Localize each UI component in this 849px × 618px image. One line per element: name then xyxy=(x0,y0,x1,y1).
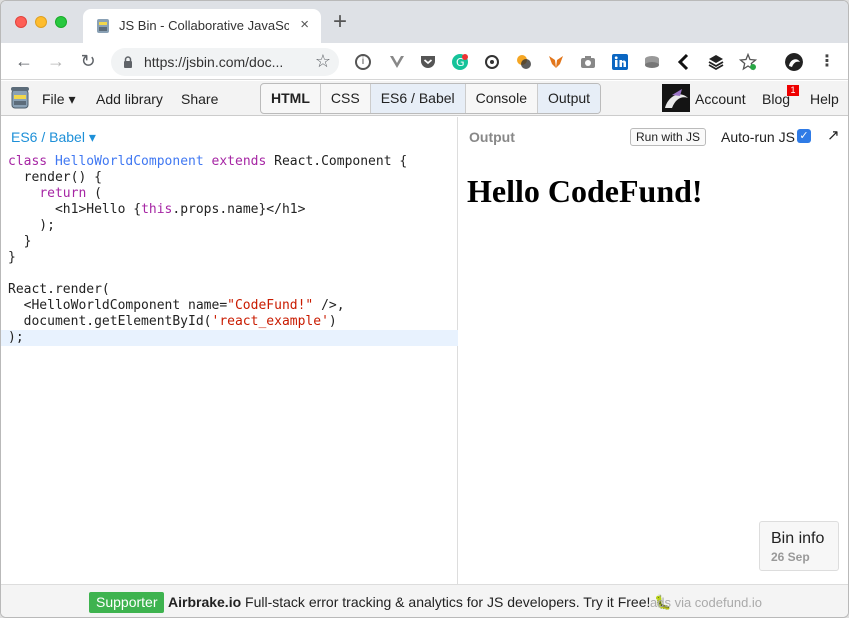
back-button[interactable]: ← xyxy=(13,50,35,72)
pocket-icon[interactable] xyxy=(419,53,437,71)
code-token: <HelloWorldComponent name= xyxy=(8,298,228,313)
vue-devtools-icon[interactable] xyxy=(388,53,406,71)
file-menu[interactable]: File ▾ xyxy=(42,91,75,108)
bin-info-title: Bin info xyxy=(771,530,825,547)
chevron-left-icon[interactable] xyxy=(675,53,693,71)
info-extension-icon[interactable]: i xyxy=(355,54,371,70)
url-text[interactable]: https://jsbin.com/doc... xyxy=(144,54,283,70)
code-line: <h1>Hello {this.props.name}</h1> xyxy=(1,202,458,218)
tab-strip: JS Bin - Collaborative JavaScri × + xyxy=(1,1,848,43)
colorzilla-icon[interactable] xyxy=(515,53,533,71)
panel-toggle-group: HTML CSS ES6 / Babel Console Output xyxy=(260,83,602,114)
address-bar[interactable]: https://jsbin.com/doc... ☆ xyxy=(111,48,339,76)
code-token: "CodeFund!" xyxy=(227,298,314,313)
code-token: .props.name}</h1> xyxy=(172,202,306,217)
jsbin-logo-icon[interactable] xyxy=(10,86,30,110)
minimize-window-button[interactable] xyxy=(35,16,47,28)
code-line: return ( xyxy=(1,186,458,202)
ads-via-link[interactable]: ads via codefund.io xyxy=(650,595,762,610)
code-token: document.getElementById( xyxy=(8,314,212,329)
account-menu[interactable]: Account xyxy=(695,91,746,107)
bin-info-button[interactable]: Bin info 26 Sep xyxy=(759,521,839,571)
code-line: ); xyxy=(8,218,55,233)
autorun-checkbox[interactable]: ✓ xyxy=(797,129,811,143)
code-token: extends xyxy=(211,154,267,169)
tab-close-icon[interactable]: × xyxy=(300,16,309,33)
code-token: ( xyxy=(86,186,102,201)
codepen-like-icon[interactable] xyxy=(483,53,501,71)
code-editor[interactable]: class HelloWorldComponent extends React.… xyxy=(1,154,458,346)
maximize-window-button[interactable] xyxy=(55,16,67,28)
run-with-js-button[interactable]: Run with JS xyxy=(630,128,706,146)
code-line: document.getElementById('react_example') xyxy=(1,314,458,330)
help-link[interactable]: Help xyxy=(810,91,839,107)
code-token: return xyxy=(39,186,87,201)
layers-icon[interactable] xyxy=(707,53,725,71)
code-token: this xyxy=(141,202,173,217)
jsbin-favicon-icon xyxy=(97,19,109,33)
code-line: } xyxy=(8,234,32,249)
panel-js-toggle[interactable]: ES6 / Babel xyxy=(369,84,465,113)
code-line-active: ); xyxy=(1,330,458,346)
linkedin-icon[interactable] xyxy=(611,53,629,71)
code-token: ) xyxy=(328,314,337,329)
browser-toolbar: ← → ↻ https://jsbin.com/doc... ☆ i G ⋮ xyxy=(1,43,848,80)
profile-avatar-icon[interactable] xyxy=(785,53,803,71)
popout-arrow-icon[interactable]: ↗ xyxy=(827,126,840,144)
close-window-button[interactable] xyxy=(15,16,27,28)
code-token: />, xyxy=(313,298,345,313)
code-token: class xyxy=(8,154,48,169)
code-line: } xyxy=(8,250,16,265)
sponsor-message: Full-stack error tracking & analytics fo… xyxy=(241,594,672,610)
autorun-label: Auto-run JS xyxy=(721,129,795,145)
panel-css-toggle[interactable]: CSS xyxy=(319,84,370,113)
bin-info-date: 26 Sep xyxy=(771,550,810,564)
code-line: render() { xyxy=(8,170,102,185)
share-menu[interactable]: Share xyxy=(181,91,218,107)
forward-button[interactable]: → xyxy=(45,50,67,72)
panel-console-toggle[interactable]: Console xyxy=(464,84,537,113)
blog-link[interactable]: Blog xyxy=(762,91,790,107)
output-label: Output xyxy=(469,129,515,145)
reload-button[interactable]: ↻ xyxy=(77,50,99,72)
tab-title: JS Bin - Collaborative JavaScri xyxy=(119,18,289,33)
blog-notification-badge: 1 xyxy=(787,85,799,96)
user-avatar[interactable] xyxy=(662,84,690,112)
browser-window: JS Bin - Collaborative JavaScri × + ← → … xyxy=(0,0,849,618)
camera-icon[interactable] xyxy=(579,53,597,71)
code-line: class HelloWorldComponent extends React.… xyxy=(1,154,458,170)
jsbin-control-bar: File ▾ Add library Share HTML CSS ES6 / … xyxy=(1,81,848,116)
language-selector[interactable]: ES6 / Babel ▾ xyxy=(11,129,96,146)
browser-menu-icon[interactable]: ⋮ xyxy=(818,53,836,71)
code-token: HelloWorldComponent xyxy=(54,154,204,169)
grammarly-icon[interactable]: G xyxy=(451,53,469,71)
supporter-badge[interactable]: Supporter xyxy=(89,592,165,613)
lock-icon xyxy=(124,56,132,68)
code-line: React.render( xyxy=(8,282,110,297)
new-tab-button[interactable]: + xyxy=(333,10,347,34)
code-token: 'react_example' xyxy=(211,314,329,329)
output-heading: Hello CodeFund! xyxy=(467,173,703,209)
browser-tab[interactable]: JS Bin - Collaborative JavaScri × xyxy=(83,9,321,43)
metamask-fox-icon[interactable] xyxy=(547,53,565,71)
panel-output-toggle[interactable]: Output xyxy=(537,84,601,113)
code-token: <h1>Hello { xyxy=(8,202,142,217)
sponsor-name[interactable]: Airbrake.io xyxy=(168,594,241,610)
bookmark-star-icon[interactable]: ☆ xyxy=(315,51,331,72)
sponsor-footer: Supporter Airbrake.io Full-stack error t… xyxy=(1,584,848,617)
storage-extension-icon[interactable] xyxy=(643,53,661,71)
panel-html-toggle[interactable]: HTML xyxy=(261,84,320,113)
code-token: React.Component { xyxy=(266,154,408,169)
js-editor-panel[interactable]: ES6 / Babel ▾ class HelloWorldComponent … xyxy=(1,117,458,584)
sponsor-ad[interactable]: Airbrake.io Full-stack error tracking & … xyxy=(168,594,672,611)
code-line: <HelloWorldComponent name="CodeFund!" />… xyxy=(1,298,458,314)
output-panel: Output Run with JS Auto-run JS ✓ ↗ Hello… xyxy=(459,117,848,584)
bookmark-add-icon[interactable] xyxy=(739,53,757,71)
add-library-menu[interactable]: Add library xyxy=(96,91,163,107)
